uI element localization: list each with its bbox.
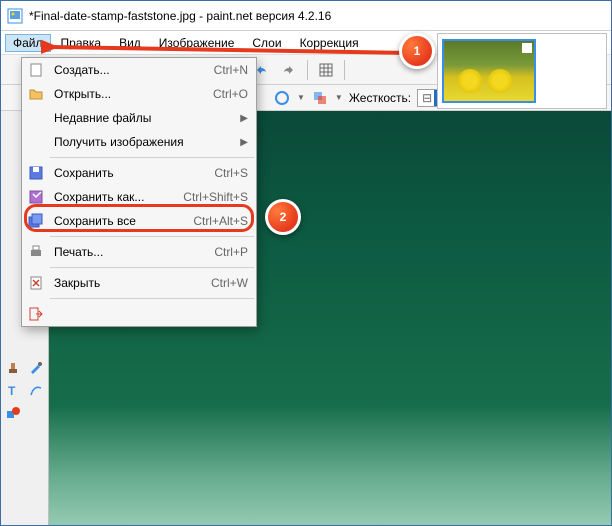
callout-1: 1 — [399, 33, 435, 69]
menu-image[interactable]: Изображение — [151, 34, 243, 52]
menu-item-exit[interactable] — [22, 302, 256, 326]
menu-item-open[interactable]: Открыть... Ctrl+O — [22, 82, 256, 106]
submenu-arrow-icon: ▶ — [240, 113, 248, 124]
exit-icon — [26, 306, 46, 322]
open-folder-icon — [26, 86, 46, 102]
toolbar-separator — [344, 60, 345, 80]
blend-icon[interactable] — [311, 89, 329, 107]
menu-separator — [50, 267, 254, 268]
menu-view[interactable]: Вид — [111, 34, 149, 52]
print-icon — [26, 244, 46, 260]
menu-file[interactable]: Файл — [5, 34, 51, 52]
save-icon — [26, 165, 46, 181]
app-icon — [7, 8, 23, 24]
toolbar-redo-icon[interactable] — [277, 58, 301, 82]
toolbar-separator — [307, 60, 308, 80]
menu-item-new[interactable]: Создать... Ctrl+N — [22, 58, 256, 82]
app-window: *Final-date-stamp-faststone.jpg - paint.… — [0, 0, 612, 526]
callout-2: 2 — [265, 199, 301, 235]
image-thumbnail-strip — [437, 33, 607, 109]
toolbar-grid-icon[interactable] — [314, 58, 338, 82]
new-file-icon — [26, 62, 46, 78]
menu-layers[interactable]: Слои — [244, 34, 289, 52]
save-all-icon — [26, 213, 46, 229]
dropdown-icon[interactable]: ▼ — [297, 93, 305, 102]
window-title: *Final-date-stamp-faststone.jpg - paint.… — [29, 9, 331, 23]
file-menu-dropdown: Создать... Ctrl+N Открыть... Ctrl+O Неда… — [21, 57, 257, 327]
image-thumbnail[interactable] — [442, 39, 536, 103]
titlebar: *Final-date-stamp-faststone.jpg - paint.… — [1, 1, 611, 31]
hardness-label: Жесткость: — [349, 91, 411, 105]
menu-item-print[interactable]: Печать... Ctrl+P — [22, 240, 256, 264]
antialias-icon[interactable] — [273, 89, 291, 107]
line-tool-icon[interactable] — [25, 379, 47, 401]
menu-separator — [50, 298, 254, 299]
menu-item-save-as[interactable]: Сохранить как... Ctrl+Shift+S — [22, 185, 256, 209]
menu-item-recent[interactable]: Недавние файлы ▶ — [22, 106, 256, 130]
close-icon — [26, 275, 46, 291]
menu-item-save-all[interactable]: Сохранить все Ctrl+Alt+S — [22, 209, 256, 233]
menu-item-save[interactable]: Сохранить Ctrl+S — [22, 161, 256, 185]
clone-stamp-tool-icon[interactable] — [2, 356, 24, 378]
menu-item-close[interactable]: Закрыть Ctrl+W — [22, 271, 256, 295]
save-as-icon — [26, 189, 46, 205]
submenu-arrow-icon: ▶ — [240, 137, 248, 148]
text-tool-icon[interactable]: T — [2, 379, 24, 401]
tool-placeholder — [25, 402, 47, 424]
dropdown-icon[interactable]: ▼ — [335, 93, 343, 102]
shapes-tool-icon[interactable] — [2, 402, 24, 424]
menu-edit[interactable]: Правка — [53, 34, 110, 52]
menu-separator — [50, 236, 254, 237]
menu-adjustments[interactable]: Коррекция — [292, 34, 367, 52]
recolor-tool-icon[interactable] — [25, 356, 47, 378]
menu-item-acquire[interactable]: Получить изображения ▶ — [22, 130, 256, 154]
menu-separator — [50, 157, 254, 158]
svg-text:T: T — [8, 384, 16, 398]
